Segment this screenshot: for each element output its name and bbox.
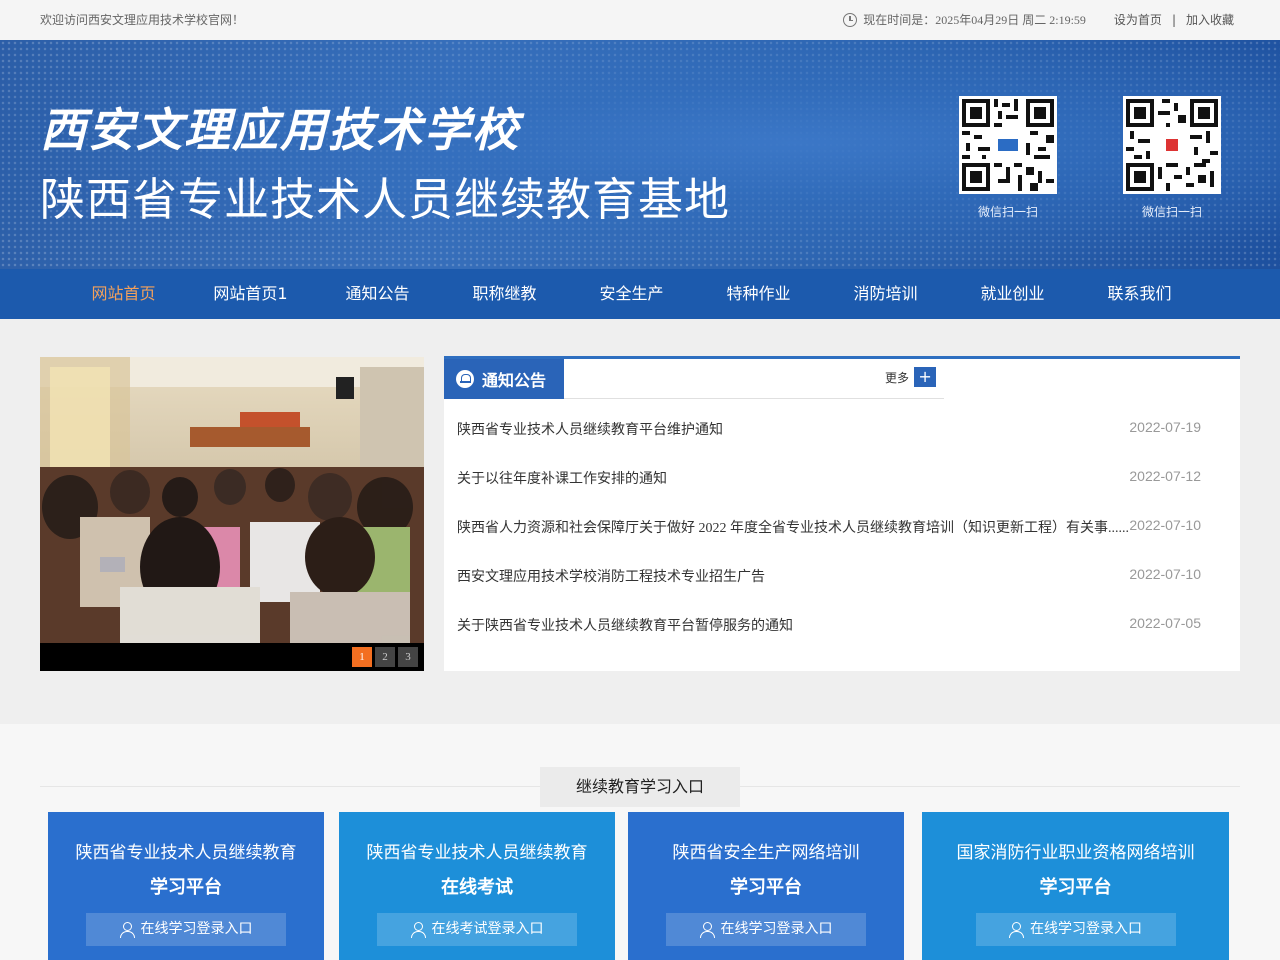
wechat-qr-2: 微信扫一扫 [1123,96,1221,220]
current-time: 现在时间是：2025年04月29日 周二 2:19:59 [863,13,1086,27]
slide-photo [40,357,424,643]
photo-slider[interactable]: 1 2 3 [40,357,424,671]
slider-pager: 1 2 3 [352,647,418,667]
top-bar-right: 现在时间是：2025年04月29日 周二 2:19:59 设为首页 | 加入收藏 [843,11,1234,28]
set-homepage-link[interactable]: 设为首页 [1114,11,1162,28]
list-item[interactable]: 陕西省人力资源和社会保障厅关于做好 2022 年度全省专业技术人员继续教育培训（… [457,517,1201,566]
qr-code-image [1123,96,1221,194]
login-button[interactable]: 在线学习登录入口 [666,913,866,946]
plus-icon: + [914,367,937,387]
welcome-text: 欢迎访问西安文理应用技术学校官网！ [40,13,245,27]
login-button[interactable]: 在线学习登录入口 [86,913,286,946]
header-banner: 西安文理应用技术学校 陕西省专业技术人员继续教育基地 微信扫一扫 微信扫一扫 [0,40,1280,269]
qr-caption: 微信扫一扫 [977,205,1038,219]
nav-item-title-education[interactable]: 职称继教 [441,269,568,319]
study-card-safety[interactable]: 陕西省安全生产网络培训 学习平台 在线学习登录入口 [628,812,904,960]
notice-panel: 通知公告 更多 + 陕西省专业技术人员继续教育平台维护通知 2022-07-19 … [444,356,1240,671]
qr-caption: 微信扫一扫 [1141,205,1202,219]
study-card-professional[interactable]: 陕西省专业技术人员继续教育 学习平台 在线学习登录入口 [48,812,324,960]
study-entry-section: 继续教育学习入口 陕西省专业技术人员继续教育 学习平台 在线学习登录入口 陕西省… [0,724,1280,960]
list-item[interactable]: 关于陕西省专业技术人员继续教育平台暂停服务的通知 2022-07-05 [457,615,1201,664]
user-icon [1009,922,1024,938]
login-button[interactable]: 在线学习登录入口 [975,913,1176,946]
main-nav: 网站首页 网站首页1 通知公告 职称继教 安全生产 特种作业 消防培训 就业创业… [0,269,1280,319]
separator: | [1171,12,1176,27]
nav-item-notices[interactable]: 通知公告 [314,269,441,319]
wechat-qr-1: 微信扫一扫 [959,96,1057,220]
list-item[interactable]: 西安文理应用技术学校消防工程技术专业招生广告 2022-07-10 [457,566,1201,615]
notice-list: 陕西省专业技术人员继续教育平台维护通知 2022-07-19 关于以往年度补课工作… [457,419,1201,664]
nav-item-special-work[interactable]: 特种作业 [695,269,822,319]
qr-code-image [959,96,1057,194]
slider-page-1[interactable]: 1 [352,647,372,667]
nav-item-home-1[interactable]: 网站首页1 [187,269,314,319]
school-logo-text: 西安文理应用技术学校 [40,103,520,157]
more-label: 更多 [885,370,910,385]
slider-page-2[interactable]: 2 [375,647,395,667]
nav-item-contact[interactable]: 联系我们 [1076,269,1203,319]
clock-icon [843,12,858,27]
list-item[interactable]: 陕西省专业技术人员继续教育平台维护通知 2022-07-19 [457,419,1201,468]
user-icon [119,922,135,938]
study-card-exam[interactable]: 陕西省专业技术人员继续教育 在线考试 在线考试登录入口 [339,812,615,960]
notice-title: 通知公告 [482,371,547,390]
bell-icon [456,370,474,388]
nav-item-home[interactable]: 网站首页 [60,269,187,319]
add-favorite-link[interactable]: 加入收藏 [1186,11,1234,28]
nav-item-fire-training[interactable]: 消防培训 [822,269,949,319]
login-button[interactable]: 在线考试登录入口 [377,913,577,946]
more-link[interactable]: 更多 + [885,367,937,387]
user-icon [699,922,715,938]
top-bar: 欢迎访问西安文理应用技术学校官网！ 现在时间是：2025年04月29日 周二 2… [0,0,1280,40]
nav-item-safety[interactable]: 安全生产 [568,269,695,319]
nav-item-employment[interactable]: 就业创业 [949,269,1076,319]
study-card-fire[interactable]: 国家消防行业职业资格网络培训 学习平台 在线学习登录入口 [922,812,1229,960]
notice-header: 通知公告 [444,359,564,399]
slider-page-3[interactable]: 3 [398,647,418,667]
site-subtitle: 陕西省专业技术人员继续教育基地 [40,173,731,226]
content-section: 1 2 3 通知公告 更多 + 陕西省专业技术人员继续教育平台维护通知 2022-… [0,319,1280,724]
user-icon [410,922,426,938]
list-item[interactable]: 关于以往年度补课工作安排的通知 2022-07-12 [457,468,1201,517]
section-title: 继续教育学习入口 [540,767,740,807]
